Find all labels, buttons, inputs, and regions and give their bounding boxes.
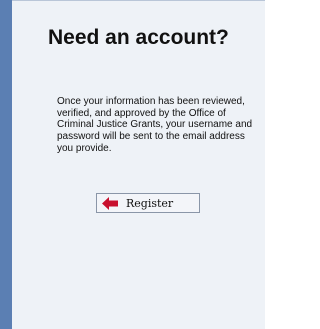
left-accent-bar: [0, 0, 12, 329]
page-title: Need an account?: [48, 26, 229, 49]
register-button[interactable]: Register: [96, 193, 200, 213]
account-signup-panel: Need an account? Once your information h…: [0, 0, 265, 329]
arrow-left-icon: [102, 196, 120, 210]
account-info-message: Once your information has been reviewed,…: [57, 96, 253, 154]
register-button-label: Register: [126, 196, 174, 210]
panel-top-border: [12, 0, 265, 1]
